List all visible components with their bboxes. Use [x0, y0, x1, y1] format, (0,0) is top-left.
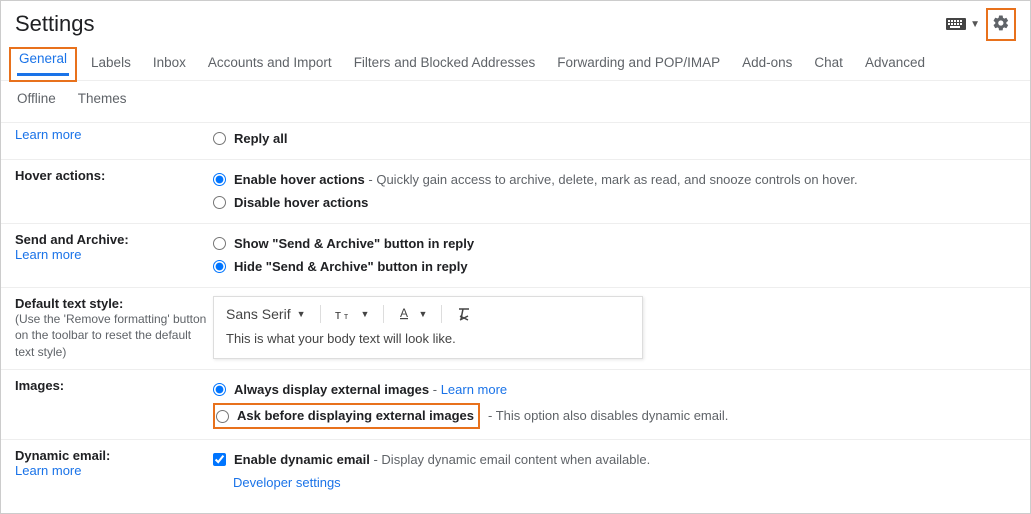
tab-labels[interactable]: Labels: [89, 49, 133, 80]
images-ask-highlight: Ask before displaying external images: [213, 403, 480, 429]
settings-gear-highlight: [986, 8, 1016, 41]
radio-images-always[interactable]: [213, 383, 226, 396]
font-size-dropdown[interactable]: тт ▼: [335, 306, 370, 322]
label-reply-all: Reply all: [234, 129, 287, 149]
keyboard-icon[interactable]: [946, 18, 966, 30]
radio-reply-all[interactable]: [213, 132, 226, 145]
settings-tabs-row1: General Labels Inbox Accounts and Import…: [1, 41, 1030, 81]
svg-text:A: A: [400, 306, 408, 320]
dynamic-enable-desc: Display dynamic email content when avail…: [381, 452, 650, 467]
font-family-value: Sans Serif: [226, 306, 291, 322]
hover-enable-desc: Quickly gain access to archive, delete, …: [376, 172, 857, 187]
page-title: Settings: [15, 11, 95, 37]
radio-hover-enable[interactable]: [213, 173, 226, 186]
tab-addons[interactable]: Add-ons: [740, 49, 794, 80]
svg-text:т: т: [335, 307, 341, 322]
tab-accounts[interactable]: Accounts and Import: [206, 49, 334, 80]
sendarchive-learn-more-link[interactable]: Learn more: [15, 247, 81, 262]
tab-filters[interactable]: Filters and Blocked Addresses: [352, 49, 538, 80]
textstyle-toolbar-box: Sans Serif ▼ тт ▼ A ▼: [213, 296, 643, 359]
dynamic-enable-label: Enable dynamic email: [234, 452, 370, 467]
settings-tabs-row2: Offline Themes: [1, 81, 1030, 122]
sendarchive-show-label: Show "Send & Archive" button in reply: [234, 234, 474, 254]
sendarchive-hide-label: Hide "Send & Archive" button in reply: [234, 257, 468, 277]
hover-label: Hover actions:: [15, 168, 105, 183]
tab-advanced[interactable]: Advanced: [863, 49, 927, 80]
row-hover-actions: Hover actions: Enable hover actions - Qu…: [1, 160, 1030, 224]
tab-inbox[interactable]: Inbox: [151, 49, 188, 80]
checkbox-dynamic-enable[interactable]: [213, 453, 226, 466]
images-learn-more-link[interactable]: Learn more: [441, 382, 507, 397]
chevron-down-icon: ▼: [297, 309, 306, 319]
radio-hover-disable[interactable]: [213, 196, 226, 209]
text-color-dropdown[interactable]: A ▼: [398, 306, 427, 322]
dynamic-label: Dynamic email:: [15, 448, 213, 463]
header: Settings ▼: [1, 1, 1030, 41]
hover-enable-label: Enable hover actions: [234, 172, 365, 187]
dynamic-learn-more-link[interactable]: Learn more: [15, 463, 81, 478]
images-ask-desc: This option also disables dynamic email.: [496, 408, 729, 423]
sendarchive-label: Send and Archive:: [15, 232, 213, 247]
textstyle-label: Default text style:: [15, 296, 213, 311]
radio-images-ask[interactable]: [216, 410, 229, 423]
developer-settings-link[interactable]: Developer settings: [233, 471, 341, 490]
tab-offline[interactable]: Offline: [15, 85, 58, 116]
images-always-label: Always display external images: [234, 382, 429, 397]
gear-icon[interactable]: [992, 14, 1010, 35]
radio-sendarchive-show[interactable]: [213, 237, 226, 250]
font-family-dropdown[interactable]: Sans Serif ▼: [226, 306, 306, 322]
hover-disable-label: Disable hover actions: [234, 193, 368, 213]
images-ask-label: Ask before displaying external images: [237, 406, 474, 426]
row-text-style: Default text style: (Use the 'Remove for…: [1, 288, 1030, 370]
textstyle-sub: (Use the 'Remove formatting' button on t…: [15, 311, 213, 361]
images-label: Images:: [15, 378, 64, 393]
settings-content: Learn more Reply all Hover actions: Enab…: [1, 122, 1030, 514]
svg-text:т: т: [344, 311, 348, 321]
settings-window: Settings ▼ General Labels Inbox Accounts…: [0, 0, 1031, 514]
radio-sendarchive-hide[interactable]: [213, 260, 226, 273]
tab-forwarding[interactable]: Forwarding and POP/IMAP: [555, 49, 722, 80]
reply-learn-more-link[interactable]: Learn more: [15, 127, 81, 142]
tab-general[interactable]: General: [17, 45, 69, 76]
textstyle-preview: This is what your body text will look li…: [226, 331, 630, 346]
tab-chat[interactable]: Chat: [812, 49, 845, 80]
row-send-archive: Send and Archive: Learn more Show "Send …: [1, 224, 1030, 288]
tab-general-highlight: General: [9, 47, 77, 82]
row-images: Images: Always display external images -…: [1, 370, 1030, 440]
tab-themes[interactable]: Themes: [76, 85, 129, 116]
chevron-down-icon[interactable]: ▼: [970, 19, 980, 30]
row-reply-behavior: Learn more Reply all: [1, 123, 1030, 160]
header-actions: ▼: [946, 8, 1016, 41]
row-dynamic-email: Dynamic email: Learn more Enable dynamic…: [1, 440, 1030, 499]
remove-formatting-icon[interactable]: [456, 306, 472, 322]
